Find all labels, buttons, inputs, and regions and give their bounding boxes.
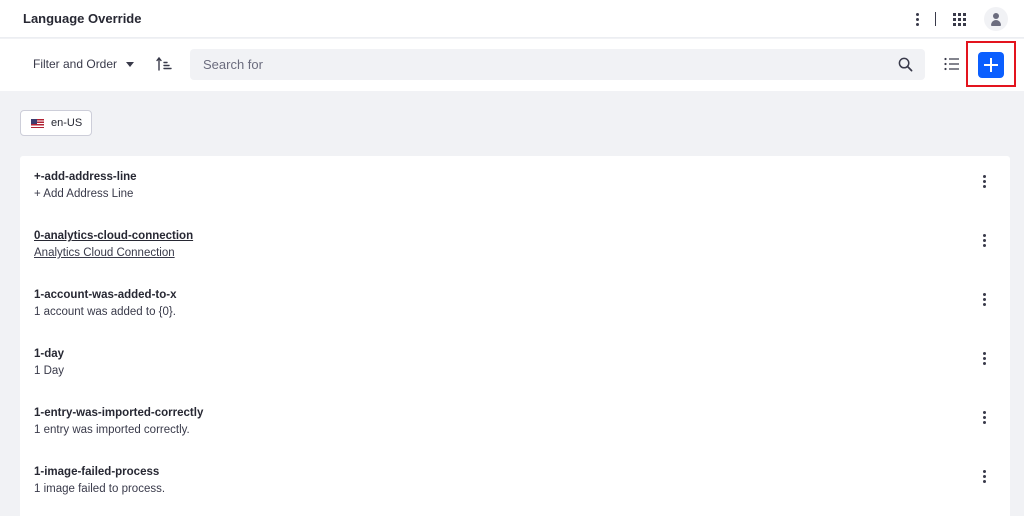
management-toolbar: Filter and Order bbox=[0, 39, 1024, 91]
entry-options-icon[interactable] bbox=[976, 289, 992, 309]
entry-key[interactable]: 1-entry-was-imported-correctly bbox=[34, 407, 203, 419]
language-keys-list: +-add-address-line + Add Address Line 0-… bbox=[20, 156, 1010, 516]
app-header: Language Override bbox=[0, 0, 1024, 38]
entry-options-icon[interactable] bbox=[976, 348, 992, 368]
list-item: +-add-address-line + Add Address Line bbox=[20, 156, 1010, 215]
entry-value: + Add Address Line bbox=[34, 188, 134, 200]
list-item: 1-image-failed-process 1 image failed to… bbox=[20, 451, 1010, 510]
user-avatar[interactable] bbox=[984, 7, 1008, 31]
filter-and-order-label: Filter and Order bbox=[33, 57, 118, 71]
entry-key[interactable]: 1-image-failed-process bbox=[34, 466, 159, 478]
user-icon-head bbox=[993, 13, 999, 19]
entry-value: 1 image failed to process. bbox=[34, 483, 166, 495]
entry-key[interactable]: 1-account-was-added-to-x bbox=[34, 289, 177, 301]
list-view-icon[interactable] bbox=[944, 57, 960, 71]
list-item: 0-analytics-cloud-connection Analytics C… bbox=[20, 215, 1010, 274]
header-options-icon[interactable] bbox=[909, 9, 925, 29]
page-title: Language Override bbox=[23, 11, 142, 26]
caret-down-icon bbox=[126, 61, 135, 67]
entry-options-icon[interactable] bbox=[976, 171, 992, 191]
list-item: 1-day 1 Day bbox=[20, 333, 1010, 392]
entry-key[interactable]: +-add-address-line bbox=[34, 171, 137, 183]
entry-options-icon[interactable] bbox=[976, 407, 992, 427]
entry-key[interactable]: 1-day bbox=[34, 348, 64, 360]
header-actions bbox=[909, 0, 1008, 38]
entry-value[interactable]: Analytics Cloud Connection bbox=[34, 247, 175, 259]
sort-order-icon[interactable] bbox=[156, 56, 172, 72]
entry-options-icon[interactable] bbox=[976, 230, 992, 250]
search-input[interactable] bbox=[190, 49, 870, 80]
filter-and-order-dropdown[interactable]: Filter and Order bbox=[33, 57, 135, 71]
search-icon[interactable] bbox=[898, 57, 913, 72]
entry-value: 1 entry was imported correctly. bbox=[34, 424, 190, 436]
user-icon-body bbox=[991, 20, 1001, 26]
entry-key[interactable]: 0-analytics-cloud-connection bbox=[34, 230, 193, 242]
entry-options-icon[interactable] bbox=[976, 466, 992, 486]
header-divider bbox=[935, 12, 936, 26]
us-flag-icon bbox=[31, 118, 44, 128]
locale-label: en-US bbox=[51, 117, 83, 129]
search-bar bbox=[190, 49, 925, 80]
apps-grid-icon[interactable] bbox=[953, 12, 966, 26]
entry-value: 1 Day bbox=[34, 365, 65, 377]
locale-selector[interactable]: en-US bbox=[20, 110, 92, 136]
list-item: 1-account-was-added-to-x 1 account was a… bbox=[20, 274, 1010, 333]
entry-value: 1 account was added to {0}. bbox=[34, 306, 176, 318]
add-button[interactable] bbox=[978, 52, 1004, 78]
list-item: 1-entry-was-imported-correctly 1 entry w… bbox=[20, 392, 1010, 451]
